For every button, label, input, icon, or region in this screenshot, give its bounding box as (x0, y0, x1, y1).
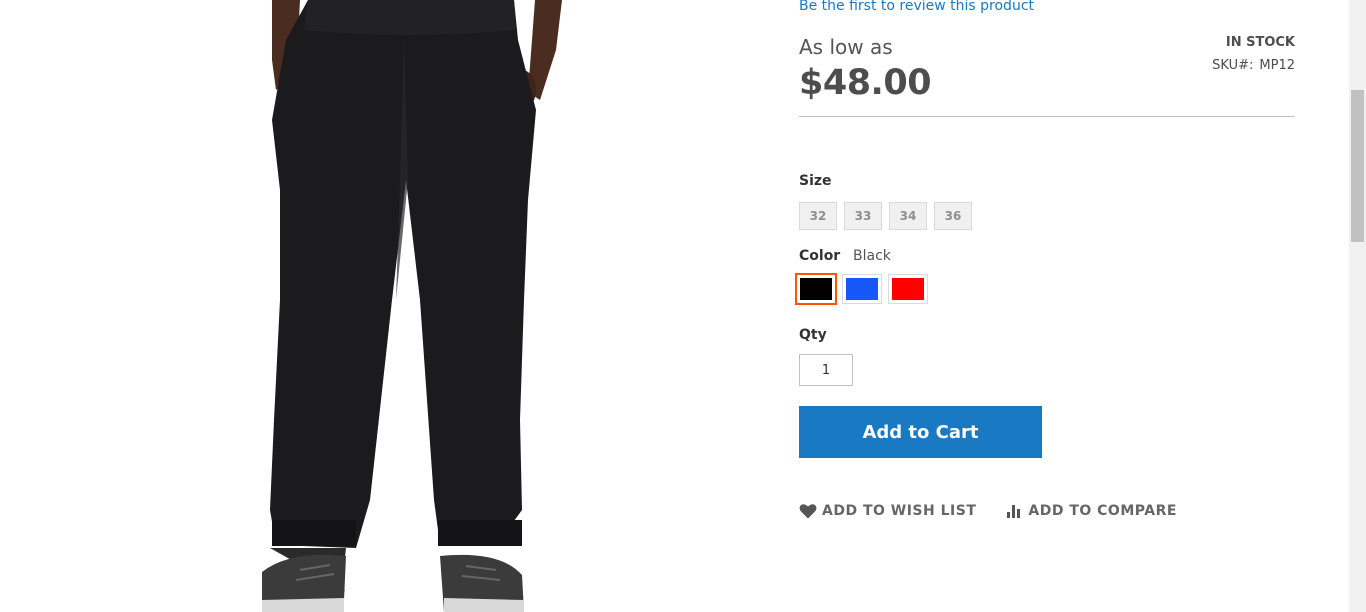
price-label: As low as (799, 35, 893, 59)
color-selected-value: Black (853, 248, 891, 264)
review-link[interactable]: Be the first to review this product (799, 0, 1034, 14)
swatch-fill (846, 278, 878, 300)
color-swatch-red[interactable] (888, 274, 928, 304)
size-option-33[interactable]: 33 (844, 202, 882, 230)
wish-list-label: ADD TO WISH LIST (822, 503, 977, 519)
pants-photo (262, 0, 562, 612)
color-swatch-blue[interactable] (842, 274, 882, 304)
page-scrollbar[interactable] (1349, 0, 1366, 612)
size-label: Size (799, 173, 832, 189)
qty-label: Qty (799, 327, 827, 343)
size-option-32[interactable]: 32 (799, 202, 837, 230)
color-label: Color (799, 248, 841, 264)
color-swatch-black[interactable] (795, 273, 837, 305)
add-to-compare-link[interactable]: ADD TO COMPARE (1005, 502, 1177, 520)
sku-label: SKU#: (1212, 58, 1254, 73)
heart-icon (799, 502, 817, 520)
color-swatches (795, 273, 928, 305)
bar-chart-icon (1005, 502, 1023, 520)
sku: SKU#: MP12 (1212, 58, 1295, 73)
qty-input[interactable] (799, 354, 853, 386)
divider (799, 116, 1295, 117)
product-page: Be the first to review this product As l… (0, 0, 1366, 612)
add-to-cart-button[interactable]: Add to Cart (799, 406, 1042, 458)
swatch-fill (800, 278, 832, 300)
swatch-fill (892, 278, 924, 300)
sku-value: MP12 (1259, 58, 1295, 73)
product-price: $48.00 (799, 63, 932, 103)
stock-status: IN STOCK (1225, 35, 1295, 50)
product-actions: ADD TO WISH LIST ADD TO COMPARE (799, 502, 1177, 520)
compare-label: ADD TO COMPARE (1028, 503, 1177, 519)
scrollbar-thumb[interactable] (1351, 90, 1364, 242)
size-option-36[interactable]: 36 (934, 202, 972, 230)
size-option-34[interactable]: 34 (889, 202, 927, 230)
size-options: 32 33 34 36 (799, 202, 972, 230)
add-to-wish-list-link[interactable]: ADD TO WISH LIST (799, 502, 976, 520)
product-image[interactable] (0, 0, 780, 612)
